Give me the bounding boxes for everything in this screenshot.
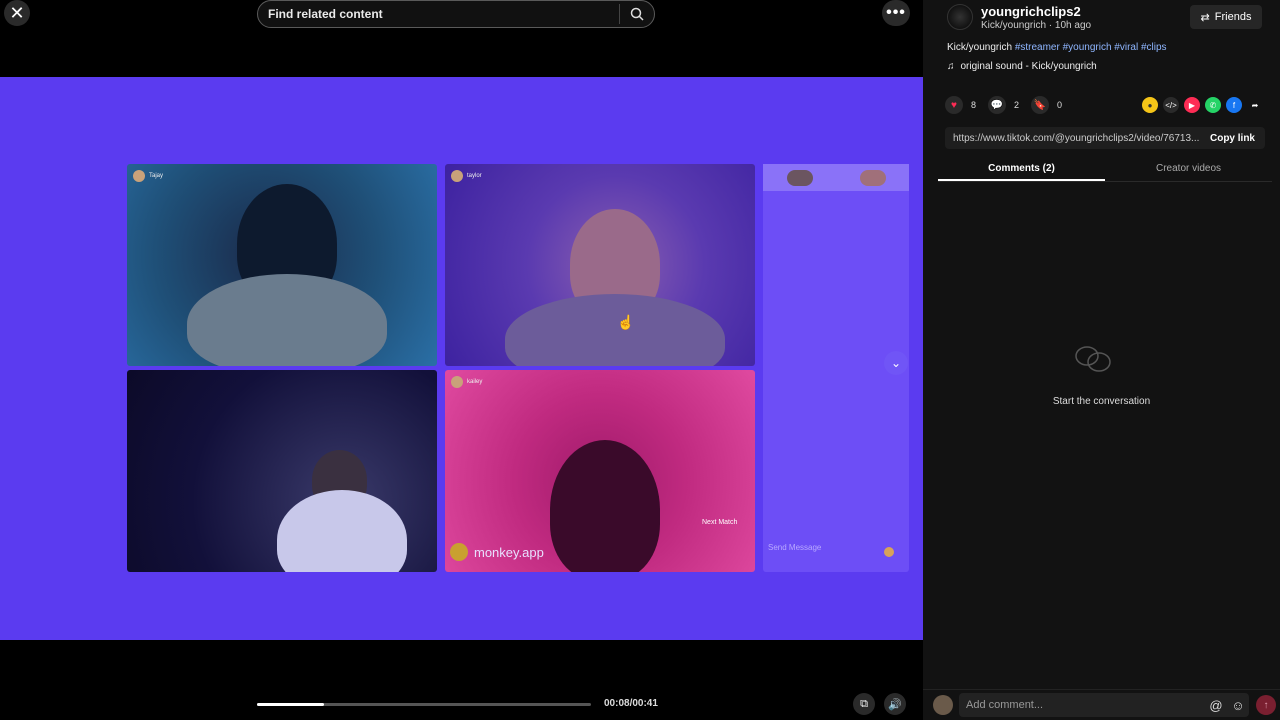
- video-tile: taylor: [445, 164, 755, 366]
- like-button[interactable]: ♥ 8: [945, 96, 976, 114]
- author-username[interactable]: youngrichclips2: [981, 4, 1081, 19]
- save-button[interactable]: 🔖 0: [1031, 96, 1062, 114]
- like-count: 8: [971, 100, 977, 110]
- heart-icon: ♥: [945, 96, 963, 114]
- avatar: [786, 169, 813, 186]
- monkey-logo-icon: [450, 543, 468, 561]
- post-description: Kick/youngrich #streamer #youngrich #vir…: [947, 42, 1167, 53]
- search-placeholder: Find related content: [268, 7, 383, 21]
- sound-link[interactable]: ♫ original sound - Kick/youngrich: [947, 61, 1097, 72]
- swap-icon: ⇄: [1200, 11, 1210, 24]
- emoji-icon[interactable]: ☺: [1227, 698, 1249, 713]
- person-figure: [277, 490, 407, 572]
- search-input[interactable]: Find related content: [257, 0, 655, 28]
- emoji-icon: [884, 547, 894, 557]
- person-figure: [550, 440, 660, 572]
- copy-link-button[interactable]: Copy link: [1200, 133, 1265, 144]
- bookmark-icon: 🔖: [1031, 96, 1050, 114]
- scroll-down-button[interactable]: ⌄: [884, 351, 908, 375]
- empty-state-text: Start the conversation: [1052, 396, 1151, 407]
- tab-creator-videos[interactable]: Creator videos: [1105, 160, 1272, 181]
- description-text: Kick/youngrich: [947, 42, 1013, 53]
- progress-bar[interactable]: [257, 703, 591, 706]
- user-tag: taylor: [451, 170, 482, 182]
- hashtag-links[interactable]: #streamer #youngrich #viral #clips: [1015, 42, 1167, 53]
- tile-label: Tajay: [149, 173, 164, 179]
- tile-label: taylor: [467, 173, 482, 179]
- author-subline: Kick/youngrich · 10h ago: [981, 20, 1092, 31]
- next-match-label: Next Match: [702, 519, 738, 526]
- comment-bar: Add comment... @ ☺ ↑: [923, 689, 1280, 720]
- person-figure: [187, 274, 387, 366]
- close-button[interactable]: ✕: [4, 0, 30, 26]
- volume-icon: 🔊: [888, 698, 902, 711]
- volume-button[interactable]: 🔊: [884, 693, 906, 715]
- share-arrow-icon[interactable]: ➦: [1247, 97, 1263, 113]
- avatar: [933, 695, 953, 715]
- video-tile: kailey: [445, 370, 755, 572]
- video-player[interactable]: ✕ Find related content ••• Tajay taylor: [0, 0, 923, 720]
- share-options: ● </> ▶ ✆ f ➦: [1142, 97, 1263, 113]
- friends-label: Friends: [1214, 11, 1252, 23]
- action-bar: ♥ 8 💬 2 🔖 0: [945, 96, 1062, 114]
- video-tile: Tajay: [127, 164, 437, 366]
- music-note-icon: ♫: [947, 61, 955, 72]
- pip-button[interactable]: ⧉: [853, 693, 875, 715]
- friends-button[interactable]: ⇄ Friends: [1190, 5, 1262, 29]
- more-icon: •••: [886, 4, 906, 21]
- video-tile: [127, 370, 437, 572]
- watermark: monkey.app: [450, 543, 544, 561]
- embed-icon[interactable]: </>: [1163, 97, 1179, 113]
- user-tag: Tajay: [133, 170, 163, 182]
- avatar: [451, 170, 463, 182]
- comment-placeholder: Add comment...: [966, 699, 1044, 711]
- link-copy-row: https://www.tiktok.com/@youngrichclips2/…: [945, 127, 1265, 149]
- arrow-up-icon: ↑: [1263, 699, 1269, 711]
- comment-count: 2: [1014, 100, 1020, 110]
- more-options-button[interactable]: •••: [882, 0, 910, 26]
- post-comment-button[interactable]: ↑: [1256, 695, 1276, 715]
- hand-cursor-icon: ☝: [617, 314, 635, 330]
- search-icon: [630, 7, 644, 21]
- sound-label: original sound - Kick/youngrich: [960, 61, 1097, 72]
- mention-icon[interactable]: @: [1205, 698, 1227, 713]
- tab-comments[interactable]: Comments (2): [938, 160, 1105, 181]
- avatar: [133, 170, 145, 182]
- chat-bubbles-icon: [1075, 346, 1111, 372]
- user-tag: kailey: [451, 376, 482, 388]
- save-count: 0: [1057, 100, 1063, 110]
- video-url: https://www.tiktok.com/@youngrichclips2/…: [953, 132, 1200, 144]
- chevron-down-icon: ⌄: [890, 356, 902, 370]
- person-figure: [505, 294, 725, 366]
- video-frame[interactable]: Tajay taylor kailey monkey.app Next Matc…: [0, 77, 923, 640]
- details-panel: youngrichclips2 Kick/youngrich · 10h ago…: [923, 0, 1280, 720]
- tab-bar: Comments (2) Creator videos: [938, 160, 1272, 182]
- comment-input[interactable]: Add comment... @ ☺: [959, 693, 1249, 717]
- author-avatar[interactable]: [947, 4, 973, 30]
- comment-icon: 💬: [988, 96, 1007, 114]
- whatsapp-icon[interactable]: ✆: [1205, 97, 1221, 113]
- facebook-icon[interactable]: f: [1226, 97, 1242, 113]
- search-button[interactable]: [620, 7, 654, 21]
- tile-label: kailey: [467, 379, 483, 385]
- time-display: 00:08/00:41: [604, 698, 658, 709]
- avatar: [859, 169, 886, 186]
- send-icon[interactable]: ▶: [1184, 97, 1200, 113]
- pip-icon: ⧉: [860, 697, 868, 710]
- watermark-text: monkey.app: [474, 544, 544, 560]
- avatar: [451, 376, 463, 388]
- comment-button[interactable]: 💬 2: [988, 96, 1019, 114]
- close-icon: ✕: [9, 2, 25, 23]
- progress-fill: [257, 703, 324, 706]
- share-coin-icon[interactable]: ●: [1142, 97, 1158, 113]
- send-message-label: Send Message: [768, 543, 822, 552]
- chat-panel-header: [763, 164, 909, 191]
